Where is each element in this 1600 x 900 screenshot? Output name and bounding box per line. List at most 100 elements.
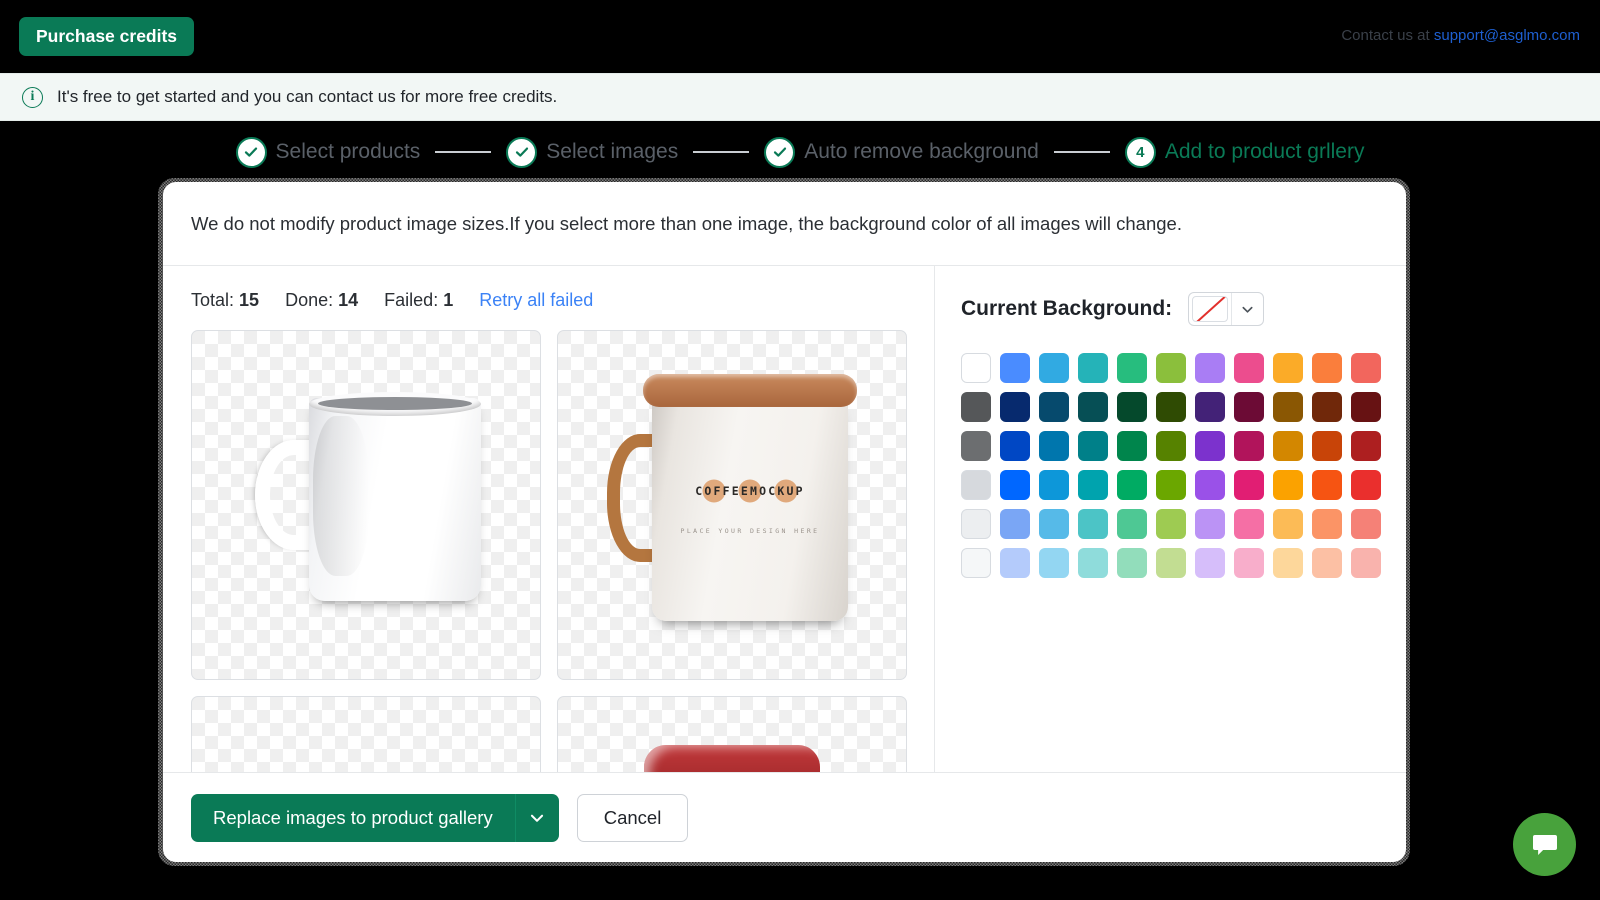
color-swatch[interactable] [961, 391, 991, 422]
color-swatch[interactable] [961, 547, 991, 578]
color-swatch[interactable] [1039, 430, 1069, 461]
color-swatch[interactable] [1234, 430, 1264, 461]
color-swatch[interactable] [1078, 352, 1108, 383]
color-swatch[interactable] [1117, 430, 1147, 461]
color-swatch[interactable] [1078, 391, 1108, 422]
total-label: Total: [191, 290, 235, 310]
app-root: Purchase credits Contact us at support@a… [0, 0, 1600, 900]
color-swatch[interactable] [1000, 469, 1030, 500]
color-swatch[interactable] [1000, 391, 1030, 422]
color-swatch[interactable] [1234, 469, 1264, 500]
color-swatch[interactable] [1117, 352, 1147, 383]
color-swatch[interactable] [1117, 547, 1147, 578]
color-swatch[interactable] [1000, 547, 1030, 578]
step-select-images[interactable]: Select images [506, 136, 679, 168]
color-swatch[interactable] [1234, 508, 1264, 539]
color-swatch[interactable] [1273, 430, 1303, 461]
color-swatch[interactable] [1039, 352, 1069, 383]
replace-images-button[interactable]: Replace images to product gallery [191, 793, 515, 842]
color-swatch[interactable] [1351, 430, 1381, 461]
color-swatch[interactable] [1156, 508, 1186, 539]
step-number-badge: 4 [1124, 136, 1156, 168]
color-swatch[interactable] [1234, 352, 1264, 383]
color-swatch[interactable] [1273, 469, 1303, 500]
color-palette[interactable] [961, 348, 1406, 582]
color-swatch[interactable] [1195, 547, 1225, 578]
color-swatch[interactable] [1312, 469, 1342, 500]
color-swatch[interactable] [1195, 391, 1225, 422]
retry-all-failed-link[interactable]: Retry all failed [479, 290, 593, 311]
color-swatch[interactable] [1195, 508, 1225, 539]
thumbnail-empty[interactable] [191, 696, 541, 772]
color-swatch[interactable] [1156, 391, 1186, 422]
color-swatch[interactable] [961, 469, 991, 500]
color-swatch[interactable] [1273, 391, 1303, 422]
color-swatch[interactable] [1078, 469, 1108, 500]
support-email-link[interactable]: support@asglmo.com [1434, 27, 1580, 44]
chat-widget-button[interactable] [1513, 813, 1576, 876]
color-swatch[interactable] [1195, 430, 1225, 461]
red-mug-rim [644, 745, 820, 772]
step-label: Auto remove background [804, 140, 1039, 163]
thumbnail-red-mug[interactable] [557, 696, 907, 772]
dialog-footer: Replace images to product gallery Cancel [163, 772, 1406, 862]
done-label: Done: [285, 290, 334, 310]
color-swatch[interactable] [1312, 547, 1342, 578]
color-swatch[interactable] [1000, 352, 1030, 383]
step-label: Select images [546, 140, 679, 163]
color-swatch[interactable] [1039, 508, 1069, 539]
color-swatch[interactable] [1273, 352, 1303, 383]
color-swatch[interactable] [1351, 547, 1381, 578]
color-swatch[interactable] [961, 430, 991, 461]
color-swatch[interactable] [1039, 469, 1069, 500]
color-swatch[interactable] [1156, 547, 1186, 578]
color-swatch[interactable] [1312, 430, 1342, 461]
dialog-header: We do not modify product image sizes.If … [163, 182, 1406, 266]
step-add-to-product-gallery[interactable]: 4 Add to product grllery [1124, 136, 1364, 168]
thumbnail-enamel-mug[interactable]: COFFEEMOCKUP PLACE YOUR DESIGN HERE [557, 330, 907, 680]
color-swatch[interactable] [961, 352, 991, 383]
color-swatch[interactable] [1000, 430, 1030, 461]
step-auto-remove-background[interactable]: Auto remove background [764, 136, 1039, 168]
color-swatch[interactable] [1156, 430, 1186, 461]
color-swatch[interactable] [1117, 508, 1147, 539]
color-swatch[interactable] [1312, 352, 1342, 383]
color-swatch[interactable] [961, 508, 991, 539]
color-swatch[interactable] [1156, 469, 1186, 500]
color-swatch[interactable] [1000, 508, 1030, 539]
color-swatch[interactable] [1039, 547, 1069, 578]
color-swatch[interactable] [1351, 469, 1381, 500]
color-swatch[interactable] [1156, 352, 1186, 383]
color-swatch[interactable] [1234, 547, 1264, 578]
progress-stepper: Select products Select images Auto remov… [0, 121, 1600, 183]
replace-images-dropdown-toggle[interactable] [514, 793, 559, 842]
color-swatch[interactable] [1312, 391, 1342, 422]
info-banner: i It's free to get started and you can c… [0, 73, 1600, 121]
step-number: 4 [1136, 143, 1145, 161]
color-swatch[interactable] [1351, 391, 1381, 422]
color-swatch[interactable] [1351, 352, 1381, 383]
current-background-select[interactable] [1188, 292, 1265, 326]
color-swatch[interactable] [1078, 508, 1108, 539]
color-swatch[interactable] [1117, 469, 1147, 500]
images-pane: Total: 15 Done: 14 Failed: 1 Retry all f… [163, 266, 935, 772]
color-swatch[interactable] [1273, 547, 1303, 578]
chevron-down-icon[interactable] [1231, 293, 1263, 325]
color-swatch[interactable] [1312, 508, 1342, 539]
color-swatch[interactable] [1117, 391, 1147, 422]
color-swatch[interactable] [1039, 391, 1069, 422]
thumbnail-white-mug[interactable] [191, 330, 541, 680]
check-circle-icon [764, 136, 796, 168]
color-swatch[interactable] [1078, 430, 1108, 461]
color-swatch[interactable] [1351, 508, 1381, 539]
color-swatch[interactable] [1195, 469, 1225, 500]
color-swatch[interactable] [1195, 352, 1225, 383]
color-swatch[interactable] [1234, 391, 1264, 422]
cancel-button[interactable]: Cancel [576, 793, 689, 842]
step-select-products[interactable]: Select products [235, 136, 420, 168]
color-swatch[interactable] [1078, 547, 1108, 578]
purchase-credits-button[interactable]: Purchase credits [19, 16, 195, 57]
step-connector [693, 151, 750, 153]
check-circle-icon [235, 136, 267, 168]
color-swatch[interactable] [1273, 508, 1303, 539]
